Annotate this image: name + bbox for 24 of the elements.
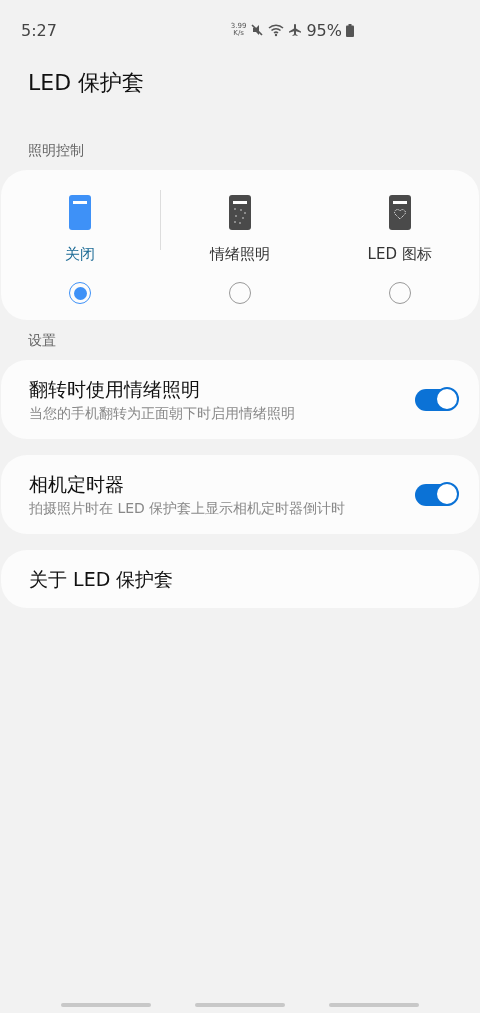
lighting-option-label[interactable]: 关闭 [65, 245, 96, 264]
airplane-icon [288, 23, 303, 37]
setting-description: 拍摄照片时在 LED 保护套上显示相机定时器倒计时 [29, 499, 346, 518]
setting-title: 关于 LED 保护套 [29, 567, 174, 592]
lighting-option-label[interactable]: LED 图标 [367, 245, 432, 264]
section-header: 设置 [28, 332, 57, 350]
setting-row[interactable]: 关于 LED 保护套 [1, 550, 479, 608]
mute-icon [250, 23, 265, 37]
status-time: 5:27 [21, 20, 57, 40]
setting-row[interactable]: 翻转时使用情绪照明 当您的手机翻转为正面朝下时启用情绪照明 [1, 360, 479, 439]
toggle-switch[interactable] [415, 483, 457, 506]
setting-row[interactable]: 相机定时器 拍摄照片时在 LED 保护套上显示相机定时器倒计时 [1, 455, 479, 534]
setting-title: 相机定时器 [29, 472, 125, 497]
battery-icon [346, 23, 354, 37]
page-title: LED 保护套 [28, 69, 146, 97]
toggle-switch[interactable] [415, 388, 457, 411]
phone-case-icon[interactable] [229, 195, 251, 230]
battery-percent: 95% [306, 20, 342, 40]
lighting-option-label[interactable]: 情绪照明 [210, 245, 270, 264]
wifi-icon [268, 23, 285, 37]
section-header: 照明控制 [28, 142, 85, 160]
phone-case-icon[interactable] [388, 195, 411, 230]
setting-title: 翻转时使用情绪照明 [29, 377, 201, 402]
setting-description: 当您的手机翻转为正面朝下时启用情绪照明 [29, 404, 295, 423]
